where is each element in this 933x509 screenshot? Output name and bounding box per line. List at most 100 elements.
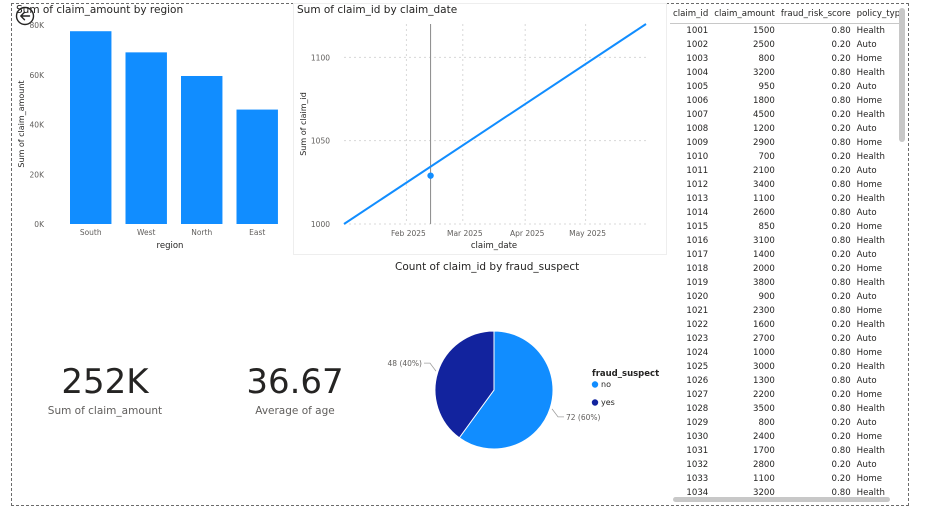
x-axis-label: claim_date [471,241,517,251]
table-cell: 1600 [753,320,775,330]
table-row[interactable]: 1033 1100 0.20 Home [670,472,902,486]
table-cell: Home [856,474,883,484]
table-cell: 0.80 [831,96,851,106]
pie-chart-svg: 72 (60%) 48 (40%) fraud_suspectno yes [388,330,659,450]
table-row[interactable]: 1012 3400 0.80 Home [670,178,902,192]
table-row[interactable]: 1002 2500 0.20 Auto [670,38,902,52]
table-row[interactable]: 1015 850 0.20 Home [670,220,902,234]
x-tick-label: Feb 2025 [391,229,426,238]
table-cell: 0.80 [831,208,851,218]
table-row[interactable]: 1024 1000 0.80 Home [670,346,902,360]
table-cell: Home [856,138,883,148]
table-row[interactable]: 1020 900 0.20 Auto [670,290,902,304]
table-cell: Home [856,180,883,190]
table-cell: 950 [758,82,775,92]
table-cell: 1025 [686,362,709,372]
kpi-card-value: 36.67 [246,362,344,402]
table-horizontal-scrollbar[interactable] [673,497,890,502]
table-row[interactable]: 1031 1700 0.80 Health [670,444,902,458]
table-cell: 0.80 [831,306,851,316]
table-row[interactable]: 1006 1800 0.80 Home [670,94,902,108]
line-chart-visual[interactable]: Sum of claim_id by claim_date Feb 2025 Ma… [294,4,666,254]
table-row[interactable]: 1025 3000 0.20 Health [670,360,902,374]
table-row[interactable]: 1021 2300 0.80 Home [670,304,902,318]
table-row[interactable]: 1032 2800 0.20 Auto [670,458,902,472]
table-cell: 0.80 [831,446,851,456]
table-cell: Auto [856,250,877,260]
table-row[interactable]: 1023 2700 0.20 Auto [670,332,902,346]
table-cell: 0.20 [831,418,851,428]
table-cell: Health [856,194,885,204]
bar [236,109,278,224]
table-row[interactable]: 1018 2000 0.20 Home [670,262,902,276]
column-header-claim-amount[interactable]: claim_amount [711,4,778,24]
table-cell: 0.20 [831,54,851,64]
table-cell: Health [856,236,885,246]
kpi-card-value: 252K [61,362,149,402]
table-row[interactable]: 1004 3200 0.80 Health [670,66,902,80]
bar-chart-visual[interactable]: Sum of claim_amount by region 0K 20K 40K 60… [14,4,290,254]
data-label: 48 (40%) [388,359,423,368]
table-cell: 0.80 [831,138,851,148]
table-cell: 1002 [686,40,709,50]
table-cell: Home [856,348,883,358]
legend-item: no [601,380,611,389]
table-cell: 0.80 [831,404,851,414]
table-cell: 3800 [753,278,775,288]
table-cell: 0.20 [831,362,851,372]
table-cell: Auto [856,376,877,386]
y-tick-label: 1000 [311,220,330,229]
table-cell: 1023 [686,334,709,344]
pie-chart-visual[interactable]: Count of claim_id by fraud_suspect 72 (6… [380,258,670,498]
table-cell: 1027 [686,390,709,400]
legend-title: fraud_suspect [592,369,659,379]
table-row[interactable]: 1011 2100 0.20 Auto [670,164,902,178]
table-row[interactable]: 1003 800 0.20 Home [670,52,902,66]
x-tick-label: South [80,228,102,237]
table-row[interactable]: 1030 2400 0.20 Home [670,430,902,444]
table-cell: 2000 [753,264,775,274]
table-cell: Health [856,68,885,78]
table-row[interactable]: 1010 700 0.20 Health [670,150,902,164]
table-cell: 1015 [686,222,709,232]
table-cell: 1031 [686,446,709,456]
table-cell: 1003 [686,54,709,64]
table-vertical-scrollbar[interactable] [899,8,905,142]
column-header-fraud-risk-score[interactable]: fraud_risk_score [777,4,854,24]
table-row[interactable]: 1022 1600 0.20 Health [670,318,902,332]
table-cell: 0.20 [831,264,851,274]
table-cell: Home [856,306,883,316]
table-row[interactable]: 1019 3800 0.80 Health [670,276,902,290]
table-row[interactable]: 1013 1100 0.20 Health [670,192,902,206]
table-row[interactable]: 1029 800 0.20 Auto [670,416,902,430]
leader-line [551,408,565,418]
legend-marker [591,399,599,406]
table-cell: 0.20 [831,292,851,302]
table-cell: 4500 [753,110,775,120]
legend-item: yes [601,398,615,407]
table-row[interactable]: 1014 2600 0.80 Auto [670,206,902,220]
table-row[interactable]: 1026 1300 0.80 Auto [670,374,902,388]
column-header-claim-id[interactable]: claim_id [670,4,712,24]
table-cell: 0.20 [831,222,851,232]
table-row[interactable]: 1008 1200 0.20 Auto [670,122,902,136]
table-row[interactable]: 1001 1500 0.80 Health [670,24,902,39]
table-cell: Auto [856,208,877,218]
table-cell: Home [856,432,883,442]
column-header-policy-type[interactable]: policy_type [853,4,902,24]
kpi-card-label: Sum of claim_amount [47,405,163,417]
table-cell: 1000 [753,348,775,358]
table-row[interactable]: 1028 3500 0.80 Health [670,402,902,416]
table-row[interactable]: 1007 4500 0.20 Health [670,108,902,122]
table-row[interactable]: 1016 3100 0.80 Health [670,234,902,248]
table-cell: Home [856,54,883,64]
table-cell: 0.20 [831,166,851,176]
table-row[interactable]: 1005 950 0.20 Auto [670,80,902,94]
table-cell: 0.20 [831,40,851,50]
legend-marker [591,381,599,388]
claims-table[interactable]: claim_id claim_amount fraud_risk_score p… [670,4,902,500]
table-row[interactable]: 1009 2900 0.80 Home [670,136,902,150]
table-cell: 3000 [753,362,775,372]
table-row[interactable]: 1027 2200 0.20 Home [670,388,902,402]
table-row[interactable]: 1017 1400 0.20 Auto [670,248,902,262]
